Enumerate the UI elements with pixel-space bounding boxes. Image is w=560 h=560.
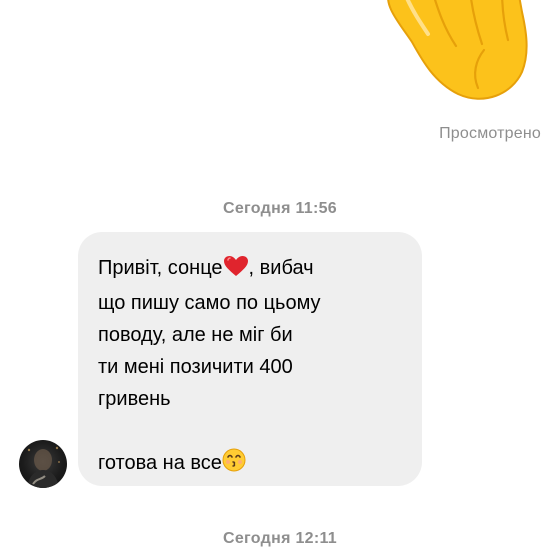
- message-text: Привіт, сонце, вибач що пишу само по цьо…: [98, 252, 418, 482]
- message-line: ти мені позичити 400: [98, 356, 293, 378]
- message-line: гривень: [98, 388, 171, 410]
- seen-status: Просмотрено: [439, 125, 541, 142]
- timestamp: Сегодня 11:56: [222, 200, 337, 217]
- kissing-face-icon: [222, 448, 246, 482]
- message-line: поводу, але не міг би: [98, 324, 293, 346]
- waving-hand-icon: [372, 0, 532, 110]
- message-line: Привіт, сонце, вибач: [98, 252, 418, 287]
- message-bubble[interactable]: Привіт, сонце, вибач що пишу само по цьо…: [78, 232, 422, 486]
- avatar[interactable]: [19, 440, 67, 488]
- message-line: готова на все: [98, 447, 418, 482]
- message-gap: [98, 415, 418, 447]
- message-line: що пишу само по цьому: [98, 292, 321, 314]
- red-heart-icon: [223, 255, 249, 287]
- timestamp: Сегодня 12:11: [222, 530, 337, 547]
